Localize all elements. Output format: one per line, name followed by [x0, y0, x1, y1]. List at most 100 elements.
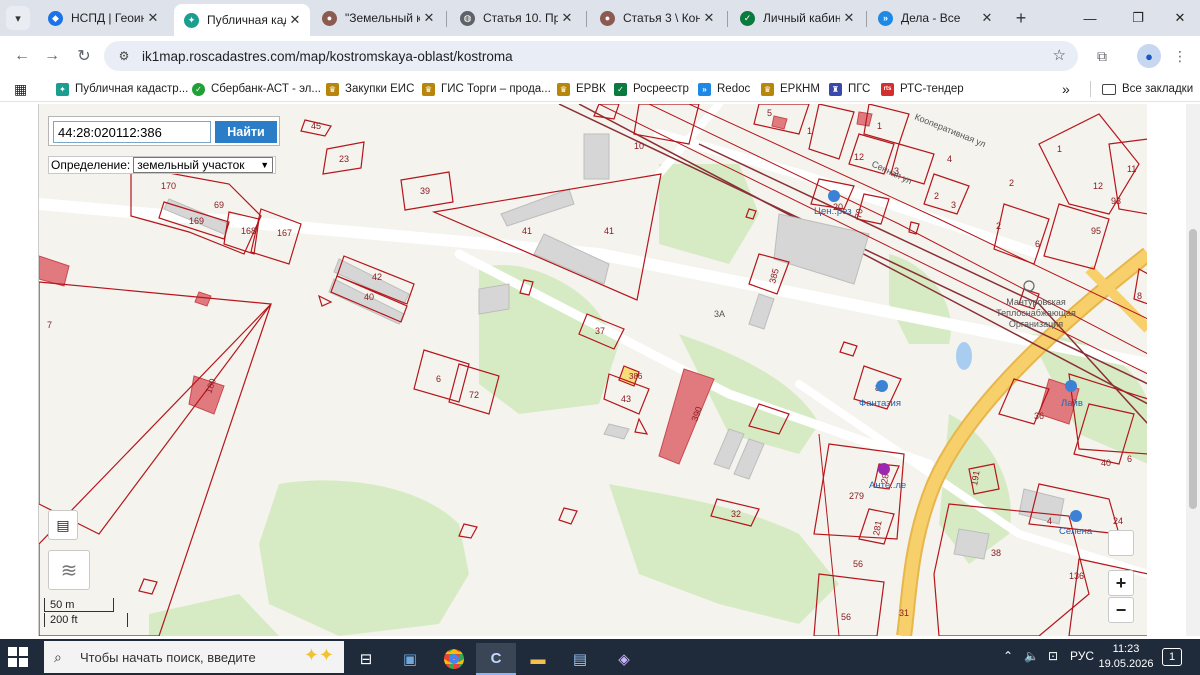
- all-bookmarks-folder[interactable]: Все закладки: [1102, 80, 1193, 98]
- task-view-icon[interactable]: ⊟: [346, 643, 386, 675]
- tab-separator: [586, 11, 587, 27]
- tab-cases[interactable]: » Дела - Все ✕: [868, 4, 1002, 32]
- app-icon[interactable]: ◈: [604, 643, 644, 675]
- sber-icon: ✓: [192, 82, 205, 96]
- bookmark-redoc[interactable]: » Redoc: [698, 80, 750, 98]
- close-icon[interactable]: ✕: [558, 9, 576, 27]
- reload-button[interactable]: ↻: [72, 44, 96, 68]
- parcel-number: 39: [420, 186, 430, 196]
- find-button[interactable]: Найти: [215, 121, 277, 143]
- app-icon[interactable]: ▤: [560, 643, 600, 675]
- parcel-number: 4: [947, 154, 952, 164]
- parcel-number: 41: [604, 226, 614, 236]
- tab-label: Личный кабине: [763, 11, 840, 25]
- tab-cadastre[interactable]: ✦ Публичная када ✕: [174, 4, 310, 36]
- more-bookmarks-button[interactable]: »: [1062, 80, 1070, 98]
- parcel-number: 45: [311, 121, 321, 131]
- bookmark-erknm[interactable]: ♛ ЕРКНМ: [761, 80, 820, 98]
- tab-label: Дела - Все: [901, 11, 961, 25]
- browser-app-icon[interactable]: C: [476, 643, 516, 675]
- tray-expand-icon[interactable]: ⌃: [1003, 649, 1013, 663]
- tab-separator: [866, 11, 867, 27]
- tab-personal-cabinet[interactable]: ✓ Личный кабине ✕: [730, 4, 864, 32]
- poi-label: Фантазия: [859, 398, 901, 409]
- extensions-icon[interactable]: ⧉: [1090, 44, 1114, 68]
- bookmark-label: Сбербанк-АСТ - эл...: [211, 83, 321, 95]
- parcel-number: 1: [807, 126, 812, 136]
- bookmark-zakupki[interactable]: ♛ Закупки ЕИС: [326, 80, 414, 98]
- close-icon[interactable]: ✕: [978, 9, 996, 27]
- bookmark-ervk[interactable]: ♛ ЕРВК: [557, 80, 606, 98]
- ruler-tool-button[interactable]: ▤: [48, 510, 78, 540]
- speaker-icon[interactable]: 🔈: [1024, 649, 1039, 663]
- shield-icon: ♜: [829, 82, 842, 96]
- bookmark-gis-torgi[interactable]: ♛ ГИС Торги – прода...: [422, 80, 551, 98]
- poi-label: Лайв: [1061, 398, 1083, 409]
- network-icon[interactable]: ⊡: [1048, 649, 1058, 663]
- rts-icon: rts: [881, 82, 894, 96]
- bookmark-star-icon[interactable]: ☆: [1053, 46, 1066, 64]
- parcel-number: 93: [1111, 196, 1121, 206]
- map-canvas[interactable]: 45 23 170 69 168 169 167 39 41 41 10 5 1…: [39, 104, 1147, 636]
- bookmark-rosreestr[interactable]: ✓ Росреестр: [614, 80, 689, 98]
- close-icon[interactable]: ✕: [840, 9, 858, 27]
- file-explorer-icon[interactable]: ▬: [518, 643, 558, 675]
- clock-date: 19.05.2026: [1098, 658, 1154, 670]
- bookmark-sberbank[interactable]: ✓ Сбербанк-АСТ - эл...: [192, 80, 321, 98]
- bookmark-pgs[interactable]: ♜ ПГС: [829, 80, 870, 98]
- tab-nspd[interactable]: ◆ НСПД | Геоинф ✕: [38, 4, 168, 32]
- close-icon[interactable]: ✕: [286, 11, 304, 29]
- zoom-in-button[interactable]: +: [1108, 570, 1134, 596]
- rosreestr-icon: ✓: [740, 10, 755, 26]
- window-close-button[interactable]: ✕: [1160, 6, 1200, 30]
- browser-menu-icon[interactable]: ⋮: [1168, 44, 1192, 68]
- scale-metric: 50 m: [44, 598, 114, 612]
- scrollbar-thumb[interactable]: [1189, 229, 1197, 509]
- tab-land-code[interactable]: ● "Земельный ко ✕: [312, 4, 444, 32]
- tab-article-10[interactable]: ◍ Статья 10. Пред ✕: [450, 4, 582, 32]
- chrome-icon[interactable]: [434, 643, 474, 675]
- definition-label: Определение:: [51, 158, 131, 172]
- restore-button[interactable]: ❐: [1118, 6, 1158, 30]
- bookmarks-divider: [1090, 81, 1091, 97]
- browser-toolbar: ← → ↻ ⚙ ik1map.roscadastres.com/map/kost…: [0, 36, 1200, 76]
- taskbar-search-box[interactable]: ⌕ Чтобы начать поиск, введите ✦✦: [44, 641, 344, 673]
- notifications-icon[interactable]: 1: [1162, 648, 1182, 666]
- zoom-out-button[interactable]: −: [1108, 597, 1134, 623]
- layers-button[interactable]: ≋: [48, 550, 90, 590]
- close-icon[interactable]: ✕: [700, 9, 718, 27]
- windows-start-icon[interactable]: [8, 647, 28, 667]
- layers-icon: ≋: [60, 559, 78, 582]
- bookmark-cadastre[interactable]: ✦ Публичная кадастр...: [56, 80, 188, 98]
- page-scrollbar[interactable]: [1186, 104, 1200, 636]
- parcel-number: 56: [841, 612, 851, 622]
- bookmark-label: ЕРКНМ: [780, 83, 820, 95]
- consultant-icon: ●: [600, 10, 615, 26]
- minimize-button[interactable]: —: [1070, 6, 1110, 30]
- bookmark-label: ЕРВК: [576, 83, 606, 95]
- definition-select[interactable]: земельный участок ▼: [133, 157, 274, 173]
- close-icon[interactable]: ✕: [144, 9, 162, 27]
- apps-grid-icon[interactable]: ▦: [14, 80, 27, 98]
- cadastral-map[interactable]: 45 23 170 69 168 169 167 39 41 41 10 5 1…: [38, 104, 1147, 636]
- tab-search-button[interactable]: ▾: [6, 6, 30, 30]
- taskbar-clock[interactable]: 11:23 19.05.2026: [1098, 642, 1154, 672]
- language-indicator[interactable]: РУС: [1070, 649, 1094, 663]
- forward-button[interactable]: →: [40, 44, 64, 68]
- tab-label: Статья 10. Пред: [483, 11, 558, 25]
- parcel-number: 279: [849, 491, 864, 501]
- site-info-icon[interactable]: ⚙: [114, 46, 134, 66]
- bookmark-rts[interactable]: rts РТС-тендер: [881, 80, 964, 98]
- cadastral-number-input[interactable]: [53, 121, 211, 143]
- new-tab-button[interactable]: +: [1010, 7, 1032, 29]
- address-bar[interactable]: ⚙ ik1map.roscadastres.com/map/kostromska…: [104, 41, 1078, 71]
- ruler-icon: ▤: [56, 516, 70, 533]
- tab-article-3[interactable]: ● Статья 3 \ Конс ✕: [590, 4, 724, 32]
- close-icon[interactable]: ✕: [420, 9, 438, 27]
- parcel-number: 12: [854, 152, 864, 162]
- parcel-number: 136: [1069, 571, 1084, 581]
- app-icon[interactable]: ▣: [390, 643, 430, 675]
- profile-avatar[interactable]: ●: [1137, 44, 1161, 68]
- back-button[interactable]: ←: [10, 44, 34, 68]
- fullscreen-button[interactable]: [1108, 530, 1134, 556]
